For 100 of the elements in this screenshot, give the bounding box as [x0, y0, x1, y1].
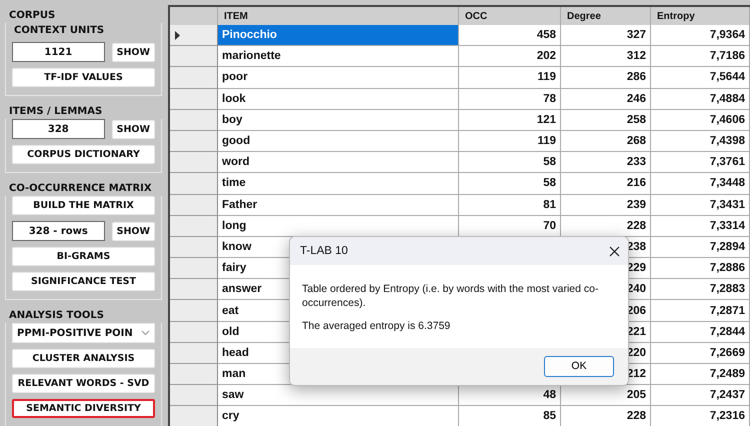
- table-cell: 7,4884: [651, 88, 750, 110]
- close-icon[interactable]: [609, 246, 620, 256]
- group-title: CORPUS: [8, 9, 56, 23]
- table-cell: 7,3314: [651, 216, 750, 237]
- table-cell: 7,3431: [651, 194, 750, 216]
- row-header[interactable]: [170, 46, 218, 68]
- table-cell: 233: [561, 152, 651, 174]
- column-header[interactable]: ITEM: [218, 7, 459, 25]
- table-cell: look: [218, 88, 459, 110]
- count-field[interactable]: 1121: [12, 42, 105, 62]
- show-button[interactable]: SHOW: [112, 42, 155, 62]
- table-cell: 202: [459, 46, 561, 68]
- group-title: ANALYSIS TOOLS: [8, 309, 105, 323]
- ok-button[interactable]: OK: [544, 356, 614, 377]
- action-button[interactable]: SIGNIFICANCE TEST: [12, 272, 155, 291]
- table-cell: 7,4606: [651, 110, 750, 131]
- row-header[interactable]: [170, 67, 218, 89]
- table-cell: 216: [561, 173, 651, 194]
- table-cell: 7,2886: [651, 258, 750, 280]
- column-header[interactable]: Entropy: [651, 7, 750, 25]
- show-button[interactable]: SHOW: [112, 120, 155, 138]
- row-header[interactable]: [170, 385, 218, 406]
- table-cell: marionette: [218, 46, 459, 68]
- table-cell: time: [218, 173, 459, 194]
- show-button[interactable]: SHOW: [112, 222, 155, 240]
- table-cell: 70: [459, 216, 561, 237]
- table-cell: 246: [561, 88, 651, 110]
- table-cell: 312: [561, 46, 651, 68]
- table-cell: good: [218, 130, 459, 152]
- row-header[interactable]: [170, 406, 218, 426]
- action-button[interactable]: CORPUS DICTIONARY: [12, 145, 155, 164]
- table-cell: 7,2894: [651, 236, 750, 258]
- table-cell: 81: [459, 194, 561, 216]
- table-cell: 7,5644: [651, 67, 750, 89]
- row-header[interactable]: [170, 322, 218, 343]
- section-label: CONTEXT UNITS: [13, 24, 106, 36]
- table-cell: 119: [459, 67, 561, 89]
- action-button[interactable]: RELEVANT WORDS - SVD: [12, 374, 155, 393]
- table-cell: 228: [561, 216, 651, 237]
- table-cell: Father: [218, 194, 459, 216]
- table-cell: poor: [218, 67, 459, 89]
- group-title: ITEMS / LEMMAS: [8, 105, 104, 119]
- row-header[interactable]: [170, 130, 218, 152]
- table-cell: 7,4398: [651, 130, 750, 152]
- row-header[interactable]: [170, 173, 218, 194]
- table-cell: word: [218, 152, 459, 174]
- table-cell: 7,2437: [651, 385, 750, 406]
- dialog-message: The averaged entropy is 6.3759: [302, 320, 452, 334]
- table-cell: 48: [459, 385, 561, 406]
- row-header[interactable]: [170, 364, 218, 386]
- action-button[interactable]: TF-IDF VALUES: [12, 68, 155, 87]
- row-header[interactable]: [170, 342, 218, 364]
- table-cell: 7,9364: [651, 25, 750, 46]
- row-header[interactable]: [170, 194, 218, 216]
- row-header[interactable]: [170, 110, 218, 131]
- method-dropdown[interactable]: PPMI-POSITIVE POIN: [12, 323, 155, 343]
- table-cell: 121: [459, 110, 561, 131]
- current-row-icon: [175, 30, 180, 40]
- table-cell: 7,2871: [651, 300, 750, 322]
- table-cell: 239: [561, 194, 651, 216]
- table-cell: 58: [459, 173, 561, 194]
- action-button[interactable]: BI-GRAMS: [12, 247, 155, 266]
- table-cell: saw: [218, 385, 459, 406]
- dialog-title: T-LAB 10: [300, 245, 348, 257]
- action-button[interactable]: SEMANTIC DIVERSITY: [12, 399, 155, 418]
- count-field[interactable]: 328: [12, 119, 105, 139]
- group-title: CO-OCCURRENCE MATRIX: [8, 182, 153, 196]
- table-cell: 78: [459, 88, 561, 110]
- corner-header: [170, 7, 218, 25]
- row-header[interactable]: [170, 236, 218, 258]
- action-button[interactable]: BUILD THE MATRIX: [12, 196, 155, 215]
- column-header[interactable]: OCC: [459, 7, 561, 25]
- row-header[interactable]: [170, 25, 218, 46]
- table-cell: long: [218, 216, 459, 237]
- table-cell: 458: [459, 25, 561, 46]
- table-cell: 7,3448: [651, 173, 750, 194]
- table-cell: 258: [561, 110, 651, 131]
- table-cell: 205: [561, 385, 651, 406]
- row-header[interactable]: [170, 216, 218, 237]
- table-cell: 327: [561, 25, 651, 46]
- action-button[interactable]: CLUSTER ANALYSIS: [12, 349, 155, 368]
- row-header[interactable]: [170, 152, 218, 174]
- count-field[interactable]: 328 - rows: [12, 221, 105, 241]
- table-cell: 7,3761: [651, 152, 750, 174]
- table-cell: 7,7186: [651, 46, 750, 68]
- row-header[interactable]: [170, 258, 218, 280]
- table-cell: 119: [459, 130, 561, 152]
- table-cell: 7,2669: [651, 342, 750, 364]
- row-header[interactable]: [170, 279, 218, 300]
- row-header[interactable]: [170, 300, 218, 322]
- table-cell: 7,2844: [651, 322, 750, 343]
- table-cell: boy: [218, 110, 459, 131]
- table-cell: 286: [561, 67, 651, 89]
- table-cell: 268: [561, 130, 651, 152]
- row-header[interactable]: [170, 88, 218, 110]
- table-cell: 58: [459, 152, 561, 174]
- column-header[interactable]: Degree: [561, 7, 651, 25]
- table-cell: 7,2883: [651, 279, 750, 300]
- table-cell: 7,2489: [651, 364, 750, 386]
- chevron-down-icon: [141, 330, 150, 336]
